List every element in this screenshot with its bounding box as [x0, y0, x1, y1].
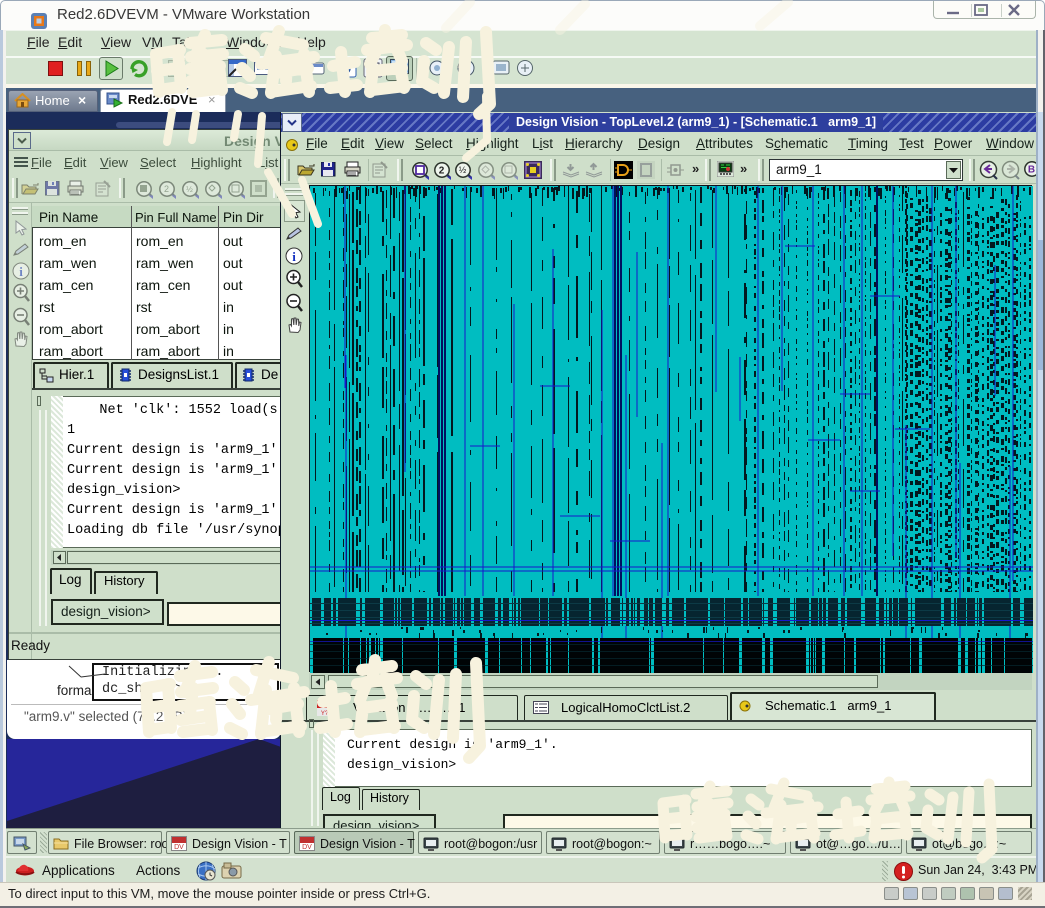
svg-text:DV: DV — [174, 844, 184, 851]
svg-text:½: ½ — [459, 165, 467, 175]
svg-text:i: i — [19, 264, 23, 279]
svg-text:DV: DV — [302, 844, 312, 851]
svg-text:B: B — [1028, 165, 1035, 176]
svg-text:Y?: Y? — [321, 711, 329, 716]
svg-text:DR: DR — [320, 703, 329, 709]
svg-text:2: 2 — [164, 184, 169, 194]
svg-text:i: i — [292, 249, 296, 264]
svg-text:½: ½ — [186, 185, 193, 194]
svg-text:2: 2 — [439, 166, 445, 177]
